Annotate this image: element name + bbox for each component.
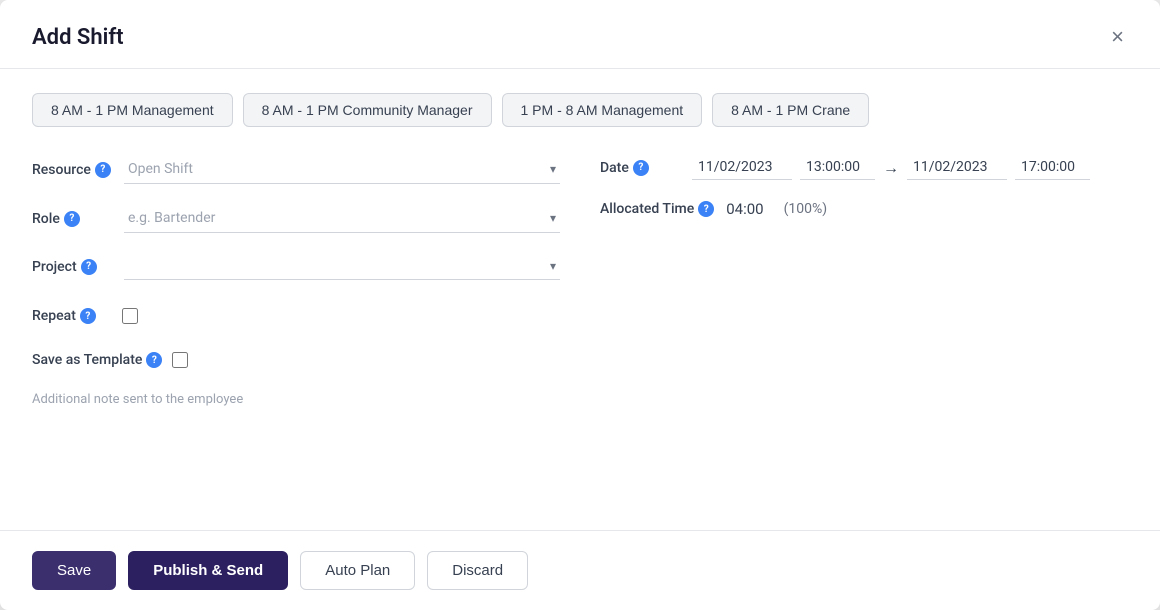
form-grid: Resource ? Open Shift ▾ Role ? e.g.	[32, 155, 1128, 407]
save-template-label: Save as Template ?	[32, 352, 162, 368]
role-dropdown-icon: ▾	[550, 211, 556, 225]
date-label: Date ?	[600, 160, 680, 176]
add-shift-modal: Add Shift × 8 AM - 1 PM Management 8 AM …	[0, 0, 1160, 610]
repeat-checkbox[interactable]	[122, 308, 138, 324]
publish-send-button[interactable]: Publish & Send	[128, 551, 288, 590]
project-dropdown-icon: ▾	[550, 259, 556, 273]
project-help-icon[interactable]: ?	[81, 259, 97, 275]
repeat-label: Repeat ?	[32, 308, 112, 324]
date-fields: 11/02/2023 13:00:00 → 11/02/2023 17:00:0…	[692, 155, 1090, 180]
date-start[interactable]: 11/02/2023	[692, 155, 792, 180]
role-help-icon[interactable]: ?	[64, 211, 80, 227]
save-template-checkbox[interactable]	[172, 352, 188, 368]
modal-header: Add Shift ×	[0, 0, 1160, 69]
discard-button[interactable]: Discard	[427, 551, 528, 590]
preset-tab-3[interactable]: 8 AM - 1 PM Crane	[712, 93, 869, 127]
allocated-pct-value: (100%)	[784, 201, 828, 217]
project-label: Project ?	[32, 259, 112, 275]
form-right: Date ? 11/02/2023 13:00:00 → 11/02/2023 …	[600, 155, 1128, 407]
resource-value: Open Shift	[128, 161, 193, 177]
preset-tab-2[interactable]: 1 PM - 8 AM Management	[502, 93, 703, 127]
project-row: Project ? ▾	[32, 253, 560, 280]
form-left: Resource ? Open Shift ▾ Role ? e.g.	[32, 155, 560, 407]
date-end[interactable]: 11/02/2023	[907, 155, 1007, 180]
note-text: Additional note sent to the employee	[32, 392, 243, 407]
role-label: Role ?	[32, 211, 112, 227]
resource-select[interactable]: Open Shift ▾	[124, 155, 560, 184]
time-end[interactable]: 17:00:00	[1015, 155, 1090, 180]
resource-label: Resource ?	[32, 162, 112, 178]
note-row: Additional note sent to the employee	[32, 388, 560, 407]
auto-plan-button[interactable]: Auto Plan	[300, 551, 415, 590]
modal-body: 8 AM - 1 PM Management 8 AM - 1 PM Commu…	[0, 69, 1160, 506]
time-start[interactable]: 13:00:00	[800, 155, 875, 180]
date-help-icon[interactable]: ?	[633, 160, 649, 176]
repeat-row: Repeat ?	[32, 308, 560, 324]
preset-tab-1[interactable]: 8 AM - 1 PM Community Manager	[243, 93, 492, 127]
role-row: Role ? e.g. Bartender ▾	[32, 204, 560, 233]
role-select[interactable]: e.g. Bartender ▾	[124, 204, 560, 233]
repeat-help-icon[interactable]: ?	[80, 308, 96, 324]
save-template-help-icon[interactable]: ?	[146, 352, 162, 368]
allocated-time-row: Allocated Time ? 04:00 (100%)	[600, 200, 1128, 218]
resource-row: Resource ? Open Shift ▾	[32, 155, 560, 184]
modal-footer: Save Publish & Send Auto Plan Discard	[0, 530, 1160, 610]
role-value: e.g. Bartender	[128, 210, 215, 226]
resource-help-icon[interactable]: ?	[95, 162, 111, 178]
date-arrow-icon: →	[883, 158, 899, 178]
close-button[interactable]: ×	[1107, 22, 1128, 52]
allocated-time-label: Allocated Time ?	[600, 201, 714, 217]
date-row: Date ? 11/02/2023 13:00:00 → 11/02/2023 …	[600, 155, 1128, 180]
resource-dropdown-icon: ▾	[550, 162, 556, 176]
save-template-row: Save as Template ?	[32, 352, 560, 368]
project-select[interactable]: ▾	[124, 253, 560, 280]
allocated-time-value: 04:00	[726, 200, 763, 218]
save-button[interactable]: Save	[32, 551, 116, 590]
preset-tab-0[interactable]: 8 AM - 1 PM Management	[32, 93, 233, 127]
allocated-values: 04:00 (100%)	[726, 200, 827, 218]
preset-tabs: 8 AM - 1 PM Management 8 AM - 1 PM Commu…	[32, 93, 1128, 127]
close-icon: ×	[1111, 24, 1124, 49]
allocated-help-icon[interactable]: ?	[698, 201, 714, 217]
modal-title: Add Shift	[32, 25, 124, 50]
